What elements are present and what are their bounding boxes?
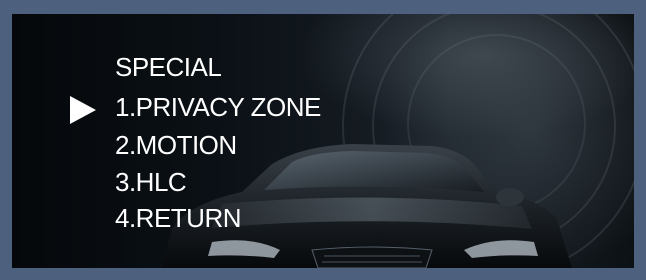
menu-item-privacy-zone[interactable]: 1.PRIVACY ZONE bbox=[115, 92, 321, 122]
triangle-right-icon bbox=[70, 96, 96, 124]
osd-frame: SPECIAL 1.PRIVACY ZONE 2.MOTION 3.HLC 4.… bbox=[0, 0, 646, 280]
menu-item-motion[interactable]: 2.MOTION bbox=[115, 130, 237, 160]
menu-item-return[interactable]: 4.RETURN bbox=[115, 203, 242, 233]
osd-screen: SPECIAL 1.PRIVACY ZONE 2.MOTION 3.HLC 4.… bbox=[12, 14, 634, 268]
menu-item-hlc[interactable]: 3.HLC bbox=[115, 167, 187, 197]
menu-title: SPECIAL bbox=[115, 52, 222, 82]
osd-menu: SPECIAL 1.PRIVACY ZONE 2.MOTION 3.HLC 4.… bbox=[12, 14, 634, 268]
